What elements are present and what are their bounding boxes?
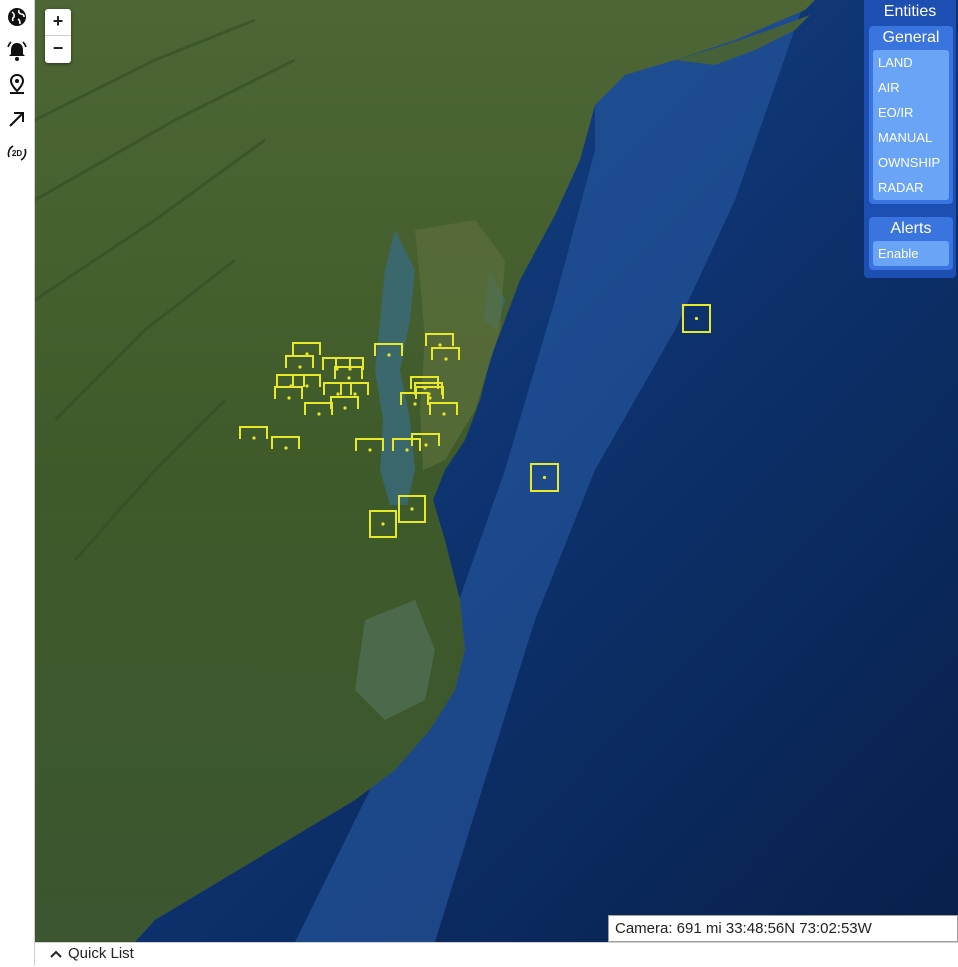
marker-dot — [298, 365, 302, 369]
marker-dot — [353, 392, 357, 396]
marker-dot — [284, 446, 288, 450]
quick-list-bar: Quick List — [35, 942, 958, 967]
camera-readout: Camera: 691 mi 33:48:56N 73:02:53W — [608, 915, 958, 942]
marker-dot — [347, 376, 351, 380]
marker-dot — [336, 392, 340, 396]
arrow-diagonal-icon[interactable] — [5, 107, 29, 131]
marker-dot — [428, 396, 432, 400]
filter-manual[interactable]: MANUAL — [873, 125, 949, 150]
marker-dot — [438, 343, 442, 347]
entity-markers — [239, 304, 711, 538]
zoom-control: + − — [45, 9, 71, 63]
alerts-group: Alerts Enable — [869, 217, 953, 270]
filter-land[interactable]: LAND — [873, 50, 949, 75]
marker-dot — [387, 353, 391, 357]
entities-title: Entities — [883, 3, 937, 20]
marker-dot — [694, 316, 699, 321]
quick-list-label: Quick List — [68, 945, 134, 962]
filter-eo-ir[interactable]: EO/IR — [873, 100, 949, 125]
alerts-list: Enable — [873, 241, 949, 266]
entities-panel: Entities General LAND AIR EO/IR MANUAL O… — [864, 0, 956, 278]
general-title: General — [882, 29, 940, 46]
general-group: General LAND AIR EO/IR MANUAL OWNSHIP RA… — [869, 26, 953, 204]
marker-dot — [413, 402, 417, 406]
marker-dot — [405, 448, 409, 452]
filter-ownship[interactable]: OWNSHIP — [873, 150, 949, 175]
alarm-bell-icon[interactable] — [5, 39, 29, 63]
marker-dot — [287, 396, 291, 400]
marker-dot — [424, 443, 428, 447]
map-pin-icon[interactable] — [5, 72, 29, 96]
marker-dot — [381, 522, 385, 526]
chevron-up-icon — [50, 950, 62, 958]
map-toolbar: 2D — [0, 0, 35, 966]
marker-dot — [444, 357, 448, 361]
marker-dot — [410, 507, 414, 511]
alerts-enable[interactable]: Enable — [873, 241, 949, 266]
alerts-title: Alerts — [890, 220, 932, 237]
2d-label: 2D — [12, 149, 22, 158]
globe-icon[interactable] — [5, 5, 29, 29]
general-list: LAND AIR EO/IR MANUAL OWNSHIP RADAR — [873, 50, 949, 200]
satellite-map[interactable] — [35, 0, 958, 942]
marker-dot — [305, 384, 309, 388]
quick-list-toggle[interactable]: Quick List — [50, 945, 134, 962]
zoom-in-button[interactable]: + — [45, 9, 71, 36]
zoom-out-button[interactable]: − — [45, 36, 71, 62]
marker-dot — [343, 406, 347, 410]
marker-dot — [252, 436, 256, 440]
marker-dot — [368, 448, 372, 452]
marker-dot — [442, 412, 446, 416]
2d-view-icon[interactable]: 2D — [5, 141, 29, 165]
filter-radar[interactable]: RADAR — [873, 175, 949, 200]
filter-air[interactable]: AIR — [873, 75, 949, 100]
marker-dot — [317, 412, 321, 416]
marker-dot — [542, 475, 547, 480]
